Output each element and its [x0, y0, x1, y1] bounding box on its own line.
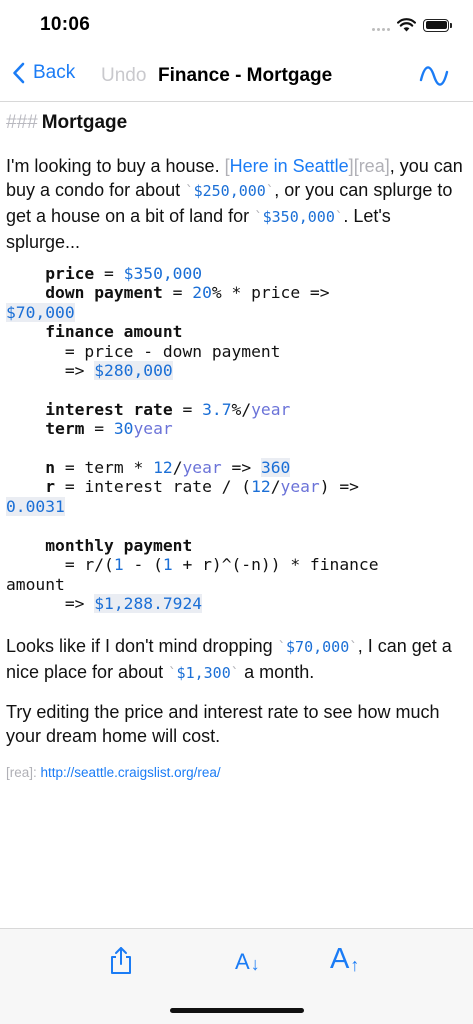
code-tick: `	[254, 210, 263, 226]
unit-year: year	[251, 399, 291, 419]
operator: =	[172, 283, 183, 303]
number: 12	[153, 458, 173, 478]
n-label: n	[45, 458, 56, 478]
monthly-expression: = r/(	[64, 555, 114, 575]
inline-code-down-payment: $70,000	[286, 638, 350, 656]
number: 1	[113, 555, 124, 575]
operator: =	[104, 264, 114, 283]
unit-year: year	[182, 458, 222, 478]
code-tick: `	[168, 666, 177, 682]
heading-marker: ###	[6, 112, 38, 133]
share-button[interactable]	[107, 945, 135, 977]
operator: /	[172, 458, 183, 478]
down-payment-expression: % * price =>	[211, 283, 330, 303]
status-icons	[372, 16, 452, 34]
code-tick: `	[349, 640, 358, 656]
summary-paragraph: Looks like if I don't mind dropping `$70…	[6, 634, 466, 686]
monthly-expression: - (	[123, 555, 163, 575]
link-reference: [rea]	[353, 156, 390, 176]
inline-code-condo-price: $250,000	[193, 182, 266, 200]
font-larger-letter: A	[330, 943, 350, 975]
inline-code-monthly: $1,300	[176, 664, 231, 682]
r-expression: = interest rate / (	[64, 477, 252, 497]
inline-code-house-price: $350,000	[262, 208, 335, 226]
finance-amount-label: finance amount	[45, 322, 183, 342]
r-label: r	[45, 477, 56, 497]
reference-label: [rea]:	[6, 765, 37, 780]
operator: /	[270, 477, 281, 497]
unit-year: year	[133, 419, 173, 439]
r-result: 0.0031	[6, 496, 65, 516]
number: 1	[162, 555, 173, 575]
section-heading: ### Mortgage	[6, 112, 127, 134]
down-payment-result: $70,000	[6, 302, 75, 322]
chevron-left-icon	[13, 62, 25, 84]
result-arrow: =>	[64, 361, 85, 381]
result-arrow: =>	[231, 458, 252, 478]
text-run: Looks like if I don't mind dropping	[6, 636, 278, 656]
interest-rate-label: interest rate	[45, 399, 173, 419]
result-arrow: =>	[64, 593, 85, 613]
status-time: 10:06	[40, 14, 91, 35]
monthly-payment-label: monthly payment	[45, 535, 193, 555]
status-bar: 10:06	[0, 0, 473, 50]
price-label: price	[45, 264, 95, 283]
text-run: I'm looking to buy a house.	[6, 156, 225, 176]
back-button-label: Back	[33, 62, 76, 83]
heading-text: Mortgage	[41, 112, 128, 133]
screen: 10:06 Back Undo Finance - Mortgage ### M…	[0, 0, 473, 1024]
code-tick: `	[230, 666, 240, 682]
increase-font-size-button[interactable]: A ↑	[330, 943, 359, 976]
code-tick: `	[185, 184, 194, 200]
monthly-payment-result: $1,288.7924	[94, 593, 203, 613]
back-button[interactable]: Back	[12, 62, 75, 84]
n-result: 360	[260, 458, 291, 478]
bottom-toolbar: A ↓ A ↑	[0, 928, 473, 1024]
down-payment-percent: 20	[192, 283, 212, 303]
operator: =	[94, 419, 105, 439]
price-value: $350,000	[123, 264, 203, 283]
arrow-down-icon: ↓	[250, 954, 260, 974]
undo-button[interactable]: Undo	[101, 65, 146, 87]
hint-paragraph: Try editing the price and interest rate …	[6, 702, 440, 746]
document-content[interactable]: ### Mortgage I'm looking to buy a house. …	[0, 102, 473, 928]
n-expression: = term *	[64, 458, 154, 478]
interest-rate-value: 3.7	[202, 399, 232, 419]
text-run: a month.	[239, 662, 315, 682]
finance-amount-result: $280,000	[94, 361, 173, 381]
share-icon	[111, 947, 131, 974]
wifi-icon	[397, 18, 416, 32]
term-label: term	[45, 419, 85, 439]
cellular-signal-icon	[372, 19, 390, 31]
navigation-bar: Back Undo Finance - Mortgage	[0, 50, 473, 102]
term-value: 30	[113, 419, 134, 439]
operator: =	[182, 399, 193, 419]
calculation-block[interactable]: price = $350,000 down payment = 20% * pr…	[6, 264, 468, 613]
seattle-link[interactable]: Here in Seattle	[230, 156, 349, 176]
home-indicator[interactable]	[170, 1008, 304, 1013]
font-smaller-letter: A	[235, 949, 250, 974]
unit-year: year	[280, 477, 320, 497]
decrease-font-size-button[interactable]: A ↓	[235, 949, 260, 975]
page-title: Finance - Mortgage	[158, 65, 333, 86]
monthly-expression-wrap: amount	[6, 574, 65, 594]
reference-url-link[interactable]: http://seattle.craigslist.org/rea/	[41, 765, 221, 780]
intro-paragraph: I'm looking to buy a house. [Here in Sea…	[6, 154, 466, 254]
number: 12	[251, 477, 271, 497]
interest-rate-operator: %/	[231, 399, 252, 419]
finance-amount-expression: = price - down payment	[64, 341, 281, 361]
down-payment-label: down payment	[45, 283, 163, 303]
arrow-up-icon: ↑	[350, 955, 360, 975]
reference-definition: [rea]: http://seattle.craigslist.org/rea…	[6, 765, 221, 780]
r-expression-end: ) =>	[319, 477, 359, 497]
battery-icon	[423, 18, 452, 32]
code-tick: `	[277, 640, 287, 656]
sine-wave-icon	[419, 66, 449, 86]
code-tick: `	[265, 184, 275, 200]
graph-toggle-button[interactable]	[419, 62, 449, 90]
monthly-expression: + r)^(-n)) * finance	[172, 555, 379, 575]
